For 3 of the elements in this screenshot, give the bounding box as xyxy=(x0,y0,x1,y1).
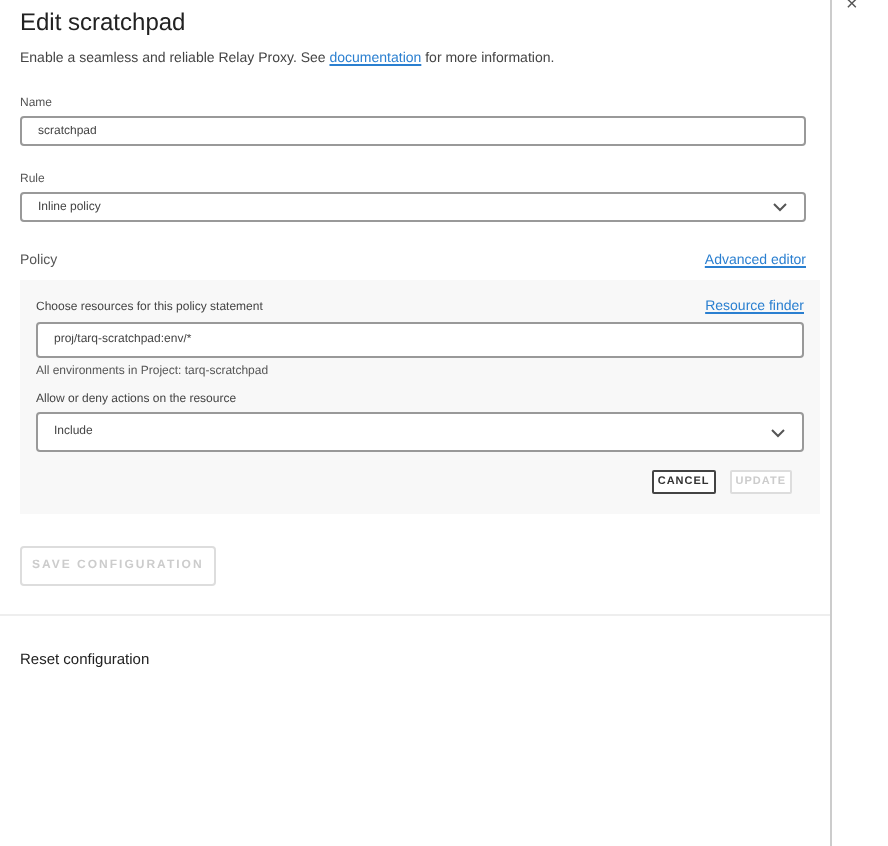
dialog-title: Edit scratchpad xyxy=(20,8,188,36)
chevron-down-icon xyxy=(772,202,788,212)
chevron-down-icon xyxy=(770,427,786,437)
